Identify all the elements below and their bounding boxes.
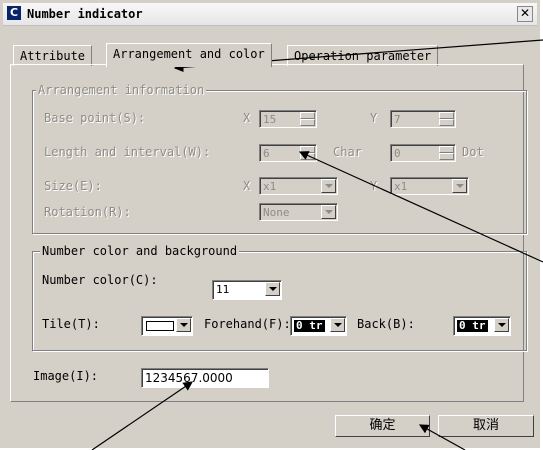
size-y-label: Y (370, 179, 378, 193)
rotation-value: None (263, 206, 290, 219)
back-value: 0 tr (457, 319, 488, 332)
chevron-down-icon[interactable] (321, 205, 336, 219)
char-label: Char (333, 145, 362, 159)
size-y-value: x1 (394, 180, 408, 193)
number-color-dropdown[interactable]: 11 (212, 280, 282, 300)
back-label: Back(B): (357, 317, 415, 331)
window-title: Number indicator (27, 7, 143, 21)
number-color-value: 11 (216, 283, 230, 296)
image-field[interactable]: 1234567.0000 (141, 368, 269, 388)
close-button[interactable]: ✕ (517, 6, 533, 22)
base-x-spinner[interactable]: 15 (259, 110, 317, 128)
rotation-dropdown[interactable]: None (259, 203, 338, 221)
chevron-down-icon[interactable] (494, 318, 509, 332)
base-x-label: X (243, 111, 251, 125)
tab-attribute[interactable]: Attribute (13, 45, 93, 66)
rotation-label: Rotation(R): (44, 205, 131, 219)
forehand-value: 0 tr (294, 319, 325, 332)
spinner-arrows-icon[interactable] (300, 112, 315, 126)
cancel-button[interactable]: 取消 (438, 415, 534, 437)
chevron-down-icon[interactable] (321, 179, 336, 193)
forehand-dropdown[interactable]: 0 tr (290, 316, 347, 336)
spinner-arrows-icon[interactable] (439, 146, 454, 160)
base-y-value: 7 (394, 113, 401, 126)
size-x-value: x1 (263, 180, 277, 193)
ok-button[interactable]: 确定 (335, 415, 430, 437)
base-x-value: 15 (263, 113, 277, 126)
tab-arrangement-and-color[interactable]: Arrangement and color (106, 43, 272, 67)
title-bar[interactable]: C Number indicator ✕ (3, 3, 537, 26)
chevron-down-icon[interactable] (330, 318, 345, 332)
app-icon: C (7, 6, 21, 20)
chevron-down-icon[interactable] (265, 282, 280, 296)
color-legend: Number color and background (40, 244, 240, 258)
size-x-dropdown[interactable]: x1 (259, 177, 338, 195)
tile-label: Tile(T): (42, 317, 100, 331)
tab-operation-parameter[interactable]: Operation parameter (287, 45, 439, 66)
size-x-label: X (243, 179, 251, 193)
forehand-label: Forehand(F): (204, 317, 291, 331)
length-interval-label: Length and interval(W): (44, 145, 211, 159)
interval-spinner[interactable]: 0 (390, 144, 456, 162)
tile-dropdown[interactable] (141, 316, 193, 336)
arrangement-legend: Arrangement information (36, 83, 207, 97)
back-dropdown[interactable]: 0 tr (453, 316, 511, 336)
base-y-label: Y (370, 111, 378, 125)
color-group (32, 251, 527, 351)
base-point-label: Base point(S): (44, 111, 146, 125)
tile-swatch (146, 321, 174, 331)
spinner-arrows-icon[interactable] (439, 112, 454, 126)
number-indicator-dialog: C Number indicator ✕ Attribute Arrangeme… (0, 0, 540, 448)
chevron-down-icon[interactable] (176, 318, 191, 332)
number-color-label: Number color(C): (42, 273, 158, 287)
chevron-down-icon[interactable] (452, 179, 467, 193)
image-label: Image(I): (33, 369, 99, 383)
size-label: Size(E): (44, 179, 102, 193)
spinner-arrows-icon[interactable] (300, 146, 315, 160)
length-spinner[interactable]: 6 (259, 144, 317, 162)
length-value: 6 (263, 147, 270, 160)
size-y-dropdown[interactable]: x1 (390, 177, 469, 195)
interval-value: 0 (394, 147, 401, 160)
base-y-spinner[interactable]: 7 (390, 110, 456, 128)
dot-label: Dot (462, 145, 484, 159)
